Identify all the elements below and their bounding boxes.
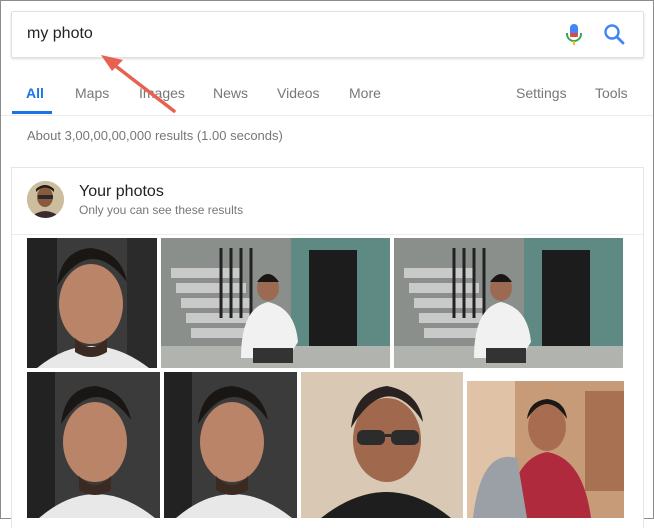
results-stats: About 3,00,00,00,000 results (1.00 secon… xyxy=(27,128,283,143)
card-title[interactable]: Your photos xyxy=(79,183,164,201)
search-input[interactable]: my photo xyxy=(27,23,527,45)
tab-maps[interactable]: Maps xyxy=(75,84,109,102)
tab-videos[interactable]: Videos xyxy=(277,84,320,102)
active-tab-indicator xyxy=(12,111,52,114)
photo-thumbnail[interactable] xyxy=(301,372,463,518)
photo-thumbnail[interactable] xyxy=(394,238,623,368)
tab-all[interactable]: All xyxy=(26,84,44,102)
search-icon[interactable] xyxy=(603,23,625,45)
photo-thumbnail[interactable] xyxy=(164,372,297,518)
card-header[interactable]: Your photos Only you can see these resul… xyxy=(12,168,643,235)
avatar xyxy=(27,181,64,218)
photo-thumbnail[interactable] xyxy=(467,381,624,518)
tab-images[interactable]: Images xyxy=(139,84,185,102)
microphone-icon[interactable] xyxy=(565,23,583,47)
photo-thumbnail[interactable] xyxy=(161,238,390,368)
settings-link[interactable]: Settings xyxy=(516,84,567,102)
tab-news[interactable]: News xyxy=(213,84,248,102)
photo-thumbnail[interactable] xyxy=(27,238,157,368)
card-subtitle: Only you can see these results xyxy=(79,203,244,217)
search-bar[interactable]: my photo xyxy=(11,11,644,58)
search-tabs: All Maps Images News Videos More Setting… xyxy=(1,57,653,116)
tab-more[interactable]: More xyxy=(349,84,381,102)
tools-link[interactable]: Tools xyxy=(595,84,628,102)
photo-thumbnail[interactable] xyxy=(27,372,160,518)
browser-frame: my photo All Maps Images News Videos Mor… xyxy=(0,0,654,528)
